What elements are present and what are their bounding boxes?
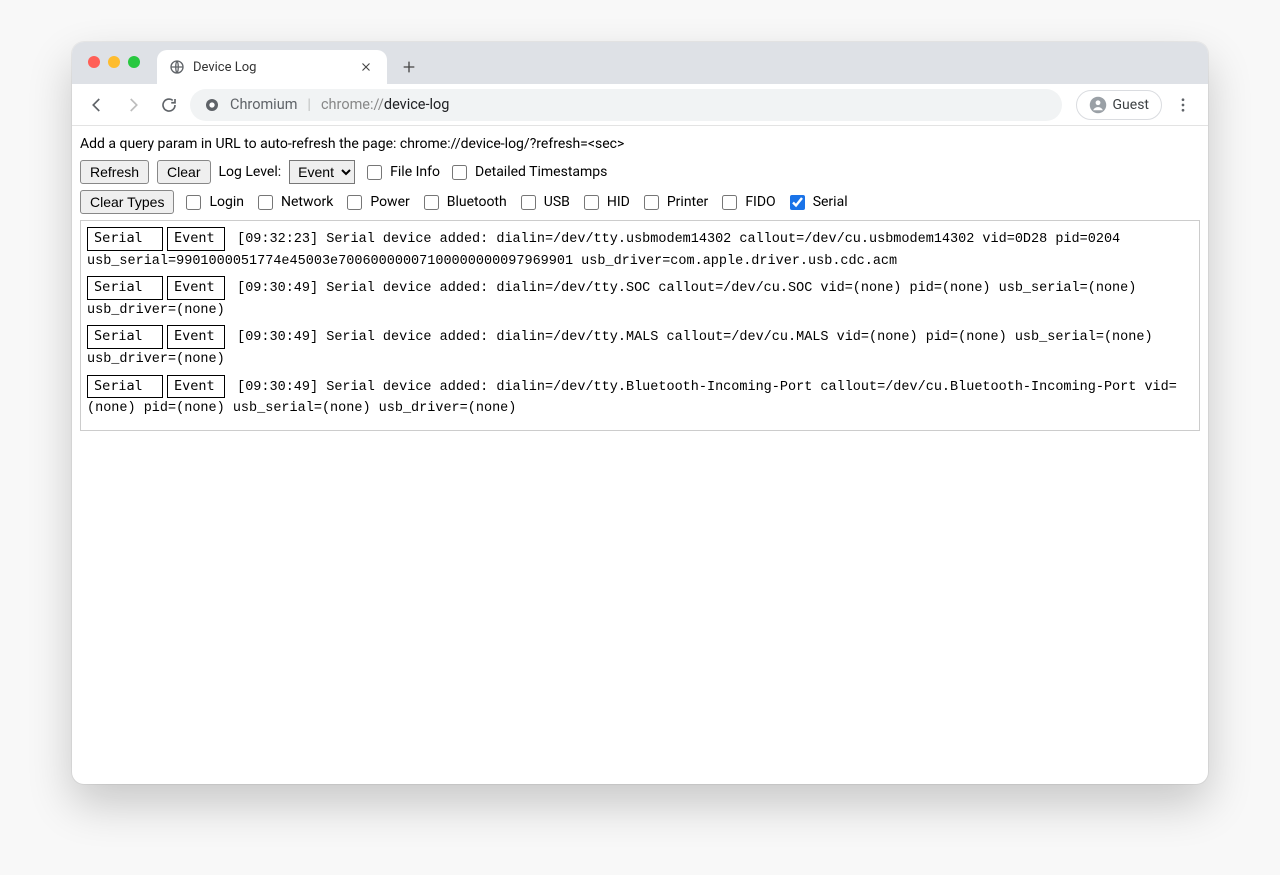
omnibox-separator: | [307,96,311,113]
address-bar[interactable]: Chromium | chrome://device-log [190,89,1062,121]
clear-button[interactable]: Clear [157,160,210,184]
file-info-input[interactable] [367,165,382,180]
refresh-button[interactable]: Refresh [80,160,149,184]
type-filter-printer[interactable]: Printer [640,192,708,213]
type-filter-serial-input[interactable] [790,195,805,210]
tab-active[interactable]: Device Log [157,50,387,84]
tab-close-button[interactable] [357,58,375,76]
new-tab-button[interactable] [395,53,423,81]
log-level-label: Log Level: [219,164,282,180]
globe-icon [169,59,185,75]
window-close-button[interactable] [88,56,100,68]
omnibox-app-name: Chromium [230,96,297,113]
tab-title: Device Log [193,60,349,75]
detailed-timestamps-checkbox[interactable]: Detailed Timestamps [448,162,607,183]
log-level-tag: Event [167,227,225,251]
chromium-icon [204,97,220,113]
log-level-tag: Event [167,276,225,300]
log-message: [09:30:49] Serial device added: dialin=/… [87,330,1153,367]
type-filter-power-input[interactable] [347,195,362,210]
window-controls [88,56,140,68]
log-message: [09:32:23] Serial device added: dialin=/… [87,232,1120,269]
forward-button[interactable] [118,90,148,120]
log-entry: SerialEvent [09:30:49] Serial device add… [87,276,1193,321]
person-icon [1089,96,1107,114]
log-message: [09:30:49] Serial device added: dialin=/… [87,380,1177,417]
type-filter-power[interactable]: Power [343,192,409,213]
clear-types-button[interactable]: Clear Types [80,190,174,214]
detailed-timestamps-input[interactable] [452,165,467,180]
tab-strip: Device Log [72,42,1208,84]
omnibox-url: chrome://device-log [321,96,449,113]
type-filter-hid-input[interactable] [584,195,599,210]
type-filter-bluetooth[interactable]: Bluetooth [420,192,507,213]
type-filter-usb-input[interactable] [521,195,536,210]
log-entry: SerialEvent [09:32:23] Serial device add… [87,227,1193,272]
toolbar: Chromium | chrome://device-log Guest [72,84,1208,126]
log-message: [09:30:49] Serial device added: dialin=/… [87,281,1136,318]
log-category-tag: Serial [87,276,163,300]
type-filter-network-input[interactable] [258,195,273,210]
log-level-tag: Event [167,325,225,349]
log-category-tag: Serial [87,375,163,399]
log-category-tag: Serial [87,227,163,251]
page-content: Add a query param in URL to auto-refresh… [72,126,1208,784]
window-zoom-button[interactable] [128,56,140,68]
profile-label: Guest [1113,97,1149,113]
log-level-tag: Event [167,375,225,399]
controls-row-1: Refresh Clear Log Level: Event File Info… [80,160,1200,184]
log-entry: SerialEvent [09:30:49] Serial device add… [87,325,1193,370]
back-button[interactable] [82,90,112,120]
log-entry: SerialEvent [09:30:49] Serial device add… [87,375,1193,420]
type-filter-login[interactable]: Login [182,192,244,213]
window-minimize-button[interactable] [108,56,120,68]
log-category-tag: Serial [87,325,163,349]
menu-button[interactable] [1168,90,1198,120]
file-info-checkbox[interactable]: File Info [363,162,440,183]
type-filter-serial[interactable]: Serial [786,192,848,213]
profile-button[interactable]: Guest [1076,90,1162,120]
type-filter-hid[interactable]: HID [580,192,630,213]
refresh-hint: Add a query param in URL to auto-refresh… [80,136,1200,152]
type-filter-fido-input[interactable] [722,195,737,210]
type-filter-network[interactable]: Network [254,192,333,213]
browser-window: Device Log Chromium | chrome://device-l [72,42,1208,784]
type-filter-fido[interactable]: FIDO [718,192,775,213]
type-filter-printer-input[interactable] [644,195,659,210]
log-area: SerialEvent [09:32:23] Serial device add… [80,220,1200,431]
log-level-select[interactable]: Event [289,160,355,184]
type-filter-usb[interactable]: USB [517,192,570,213]
type-filter-login-input[interactable] [186,195,201,210]
controls-row-2: Clear Types Login Network Power Bluetooth US… [80,190,1200,214]
reload-button[interactable] [154,90,184,120]
type-filter-bluetooth-input[interactable] [424,195,439,210]
